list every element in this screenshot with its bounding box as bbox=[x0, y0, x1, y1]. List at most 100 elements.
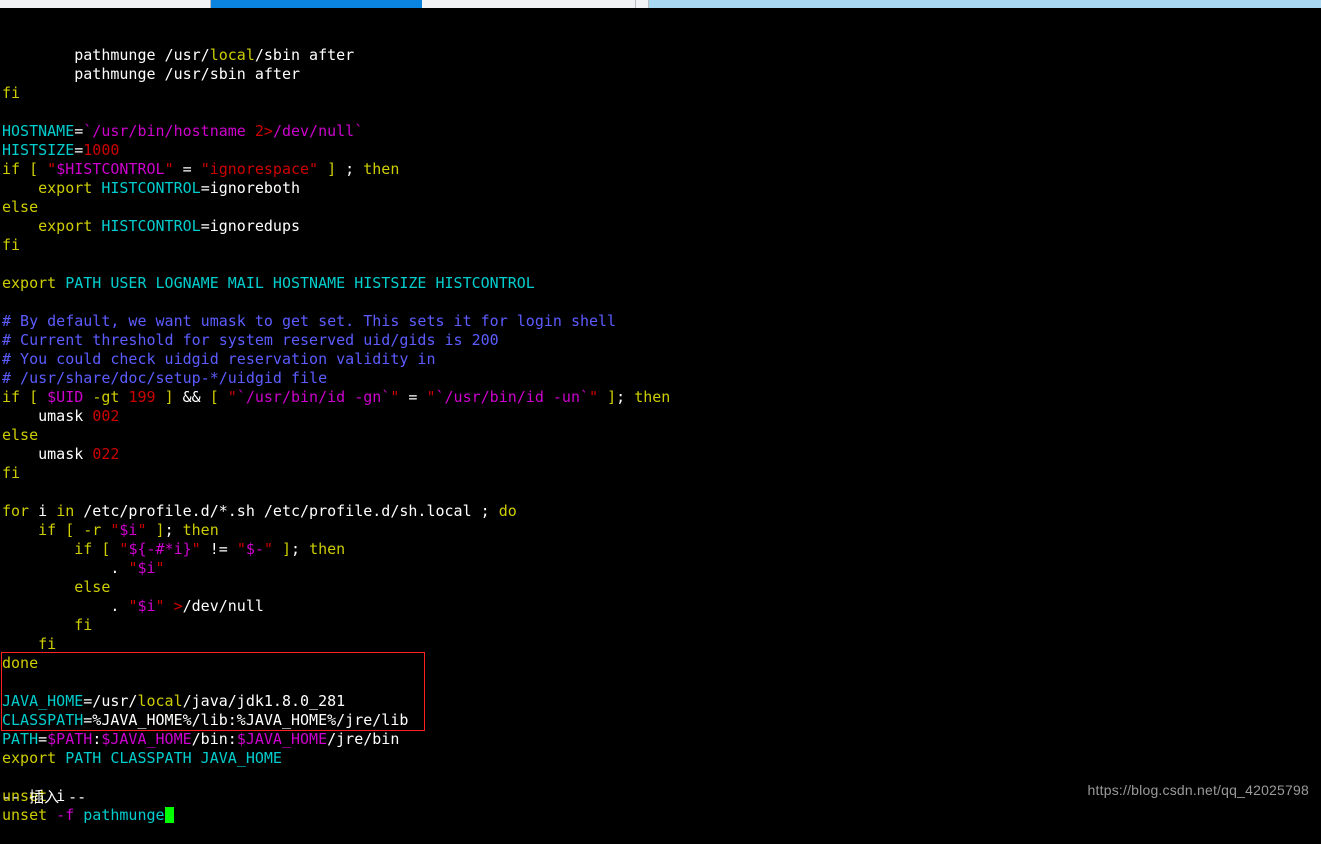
code-line bbox=[0, 483, 1321, 502]
code-token: # You could check uidgid reservation val… bbox=[2, 350, 435, 368]
code-token bbox=[83, 388, 92, 406]
code-line: HISTSIZE=1000 bbox=[0, 141, 1321, 160]
code-token: $i bbox=[137, 559, 155, 577]
code-token bbox=[92, 179, 101, 197]
code-token: fi bbox=[74, 616, 92, 634]
code-token: && bbox=[183, 388, 201, 406]
code-token: i bbox=[29, 502, 56, 520]
code-token: = bbox=[174, 160, 201, 178]
code-line: umask 002 bbox=[0, 407, 1321, 426]
code-token: " bbox=[237, 540, 246, 558]
code-token: [ bbox=[20, 160, 47, 178]
code-token: . bbox=[2, 597, 128, 615]
vim-editor-buffer[interactable]: pathmunge /usr/local/sbin after pathmung… bbox=[0, 8, 1321, 809]
browser-tab-active[interactable] bbox=[211, 0, 422, 8]
code-token: [ bbox=[20, 388, 47, 406]
code-token bbox=[92, 217, 101, 235]
code-token bbox=[2, 521, 38, 539]
code-token: $JAVA_HOME bbox=[237, 730, 327, 748]
code-token: PATH CLASSPATH JAVA_HOME bbox=[65, 749, 282, 767]
code-line: HOSTNAME=`/usr/bin/hostname 2>/dev/null` bbox=[0, 122, 1321, 141]
code-line: done bbox=[0, 654, 1321, 673]
code-token: " bbox=[426, 388, 435, 406]
code-token: " bbox=[137, 521, 146, 539]
code-token: HISTCONTROL bbox=[101, 217, 200, 235]
code-token: $HISTCONTROL bbox=[56, 160, 164, 178]
code-token: != bbox=[201, 540, 237, 558]
code-token: = bbox=[74, 122, 83, 140]
code-token bbox=[2, 540, 74, 558]
code-token bbox=[2, 578, 74, 596]
code-line: JAVA_HOME=/usr/local/java/jdk1.8.0_281 bbox=[0, 692, 1321, 711]
code-token bbox=[56, 274, 65, 292]
code-token: # /usr/share/doc/setup-*/uidgid file bbox=[2, 369, 327, 387]
code-token: else bbox=[2, 198, 38, 216]
code-token: $- bbox=[246, 540, 264, 558]
code-token: "ignorespace" bbox=[201, 160, 318, 178]
code-token: " bbox=[156, 559, 165, 577]
code-token: = bbox=[399, 388, 426, 406]
code-token: " bbox=[589, 388, 598, 406]
code-line: # Current threshold for system reserved … bbox=[0, 331, 1321, 350]
code-token: JAVA_HOME bbox=[2, 692, 83, 710]
code-token: =ignoreboth bbox=[201, 179, 300, 197]
code-token: /sbin after bbox=[255, 46, 354, 64]
code-token: umask bbox=[2, 407, 92, 425]
code-line: # /usr/share/doc/setup-*/uidgid file bbox=[0, 369, 1321, 388]
code-token: $PATH bbox=[47, 730, 92, 748]
code-token: ${-#*i} bbox=[128, 540, 191, 558]
code-token: ] bbox=[165, 388, 174, 406]
code-token: > bbox=[174, 597, 183, 615]
code-line: if [ $UID -gt 199 ] && [ "`/usr/bin/id -… bbox=[0, 388, 1321, 407]
code-token bbox=[56, 749, 65, 767]
code-line: . "$i" >/dev/null bbox=[0, 597, 1321, 616]
code-token: done bbox=[2, 654, 38, 672]
code-token bbox=[2, 217, 38, 235]
code-token: PATH USER LOGNAME MAIL HOSTNAME HISTSIZE… bbox=[65, 274, 535, 292]
code-token: : bbox=[92, 730, 101, 748]
browser-tab-strip[interactable] bbox=[0, 0, 1321, 8]
code-line: CLASSPATH=%JAVA_HOME%/lib:%JAVA_HOME%/jr… bbox=[0, 711, 1321, 730]
code-token: /java/jdk1.8.0_281 bbox=[183, 692, 346, 710]
browser-tab-inactive-right[interactable] bbox=[422, 0, 636, 8]
code-token: export bbox=[2, 749, 56, 767]
code-token: `/usr/bin/id -un` bbox=[436, 388, 590, 406]
code-token: 022 bbox=[92, 445, 119, 463]
code-token: then bbox=[634, 388, 670, 406]
code-token: $UID bbox=[47, 388, 83, 406]
code-line: # By default, we want umask to get set. … bbox=[0, 312, 1321, 331]
code-token: fi bbox=[2, 84, 20, 102]
code-line: fi bbox=[0, 635, 1321, 654]
code-token: 2> bbox=[255, 122, 273, 140]
code-token bbox=[318, 160, 327, 178]
browser-tab-inactive-left[interactable] bbox=[0, 0, 211, 8]
code-token: /dev/null bbox=[183, 597, 264, 615]
code-token: else bbox=[74, 578, 110, 596]
code-token: /dev/null` bbox=[273, 122, 363, 140]
code-token bbox=[2, 635, 38, 653]
code-token: =ignoredups bbox=[201, 217, 300, 235]
code-token: -gt bbox=[92, 388, 119, 406]
code-line: for i in /etc/profile.d/*.sh /etc/profil… bbox=[0, 502, 1321, 521]
code-token bbox=[56, 521, 65, 539]
code-token: HISTSIZE bbox=[2, 141, 74, 159]
code-token: then bbox=[183, 521, 219, 539]
code-token: ] bbox=[156, 521, 165, 539]
browser-tab-sliver[interactable] bbox=[636, 0, 649, 8]
code-line: if [ "${-#*i}" != "$-" ]; then bbox=[0, 540, 1321, 559]
code-token: if bbox=[74, 540, 92, 558]
browser-tab-pale[interactable] bbox=[649, 0, 1321, 8]
code-line: export PATH USER LOGNAME MAIL HOSTNAME H… bbox=[0, 274, 1321, 293]
code-token bbox=[598, 388, 607, 406]
code-token: # By default, we want umask to get set. … bbox=[2, 312, 616, 330]
code-token: ] bbox=[607, 388, 616, 406]
code-token bbox=[201, 388, 210, 406]
code-token: fi bbox=[2, 464, 20, 482]
code-token: if bbox=[38, 521, 56, 539]
code-line: . "$i" bbox=[0, 559, 1321, 578]
code-line: umask 022 bbox=[0, 445, 1321, 464]
code-token: " bbox=[264, 540, 273, 558]
code-token: -r bbox=[83, 521, 101, 539]
code-token: for bbox=[2, 502, 29, 520]
code-token: = bbox=[38, 730, 47, 748]
